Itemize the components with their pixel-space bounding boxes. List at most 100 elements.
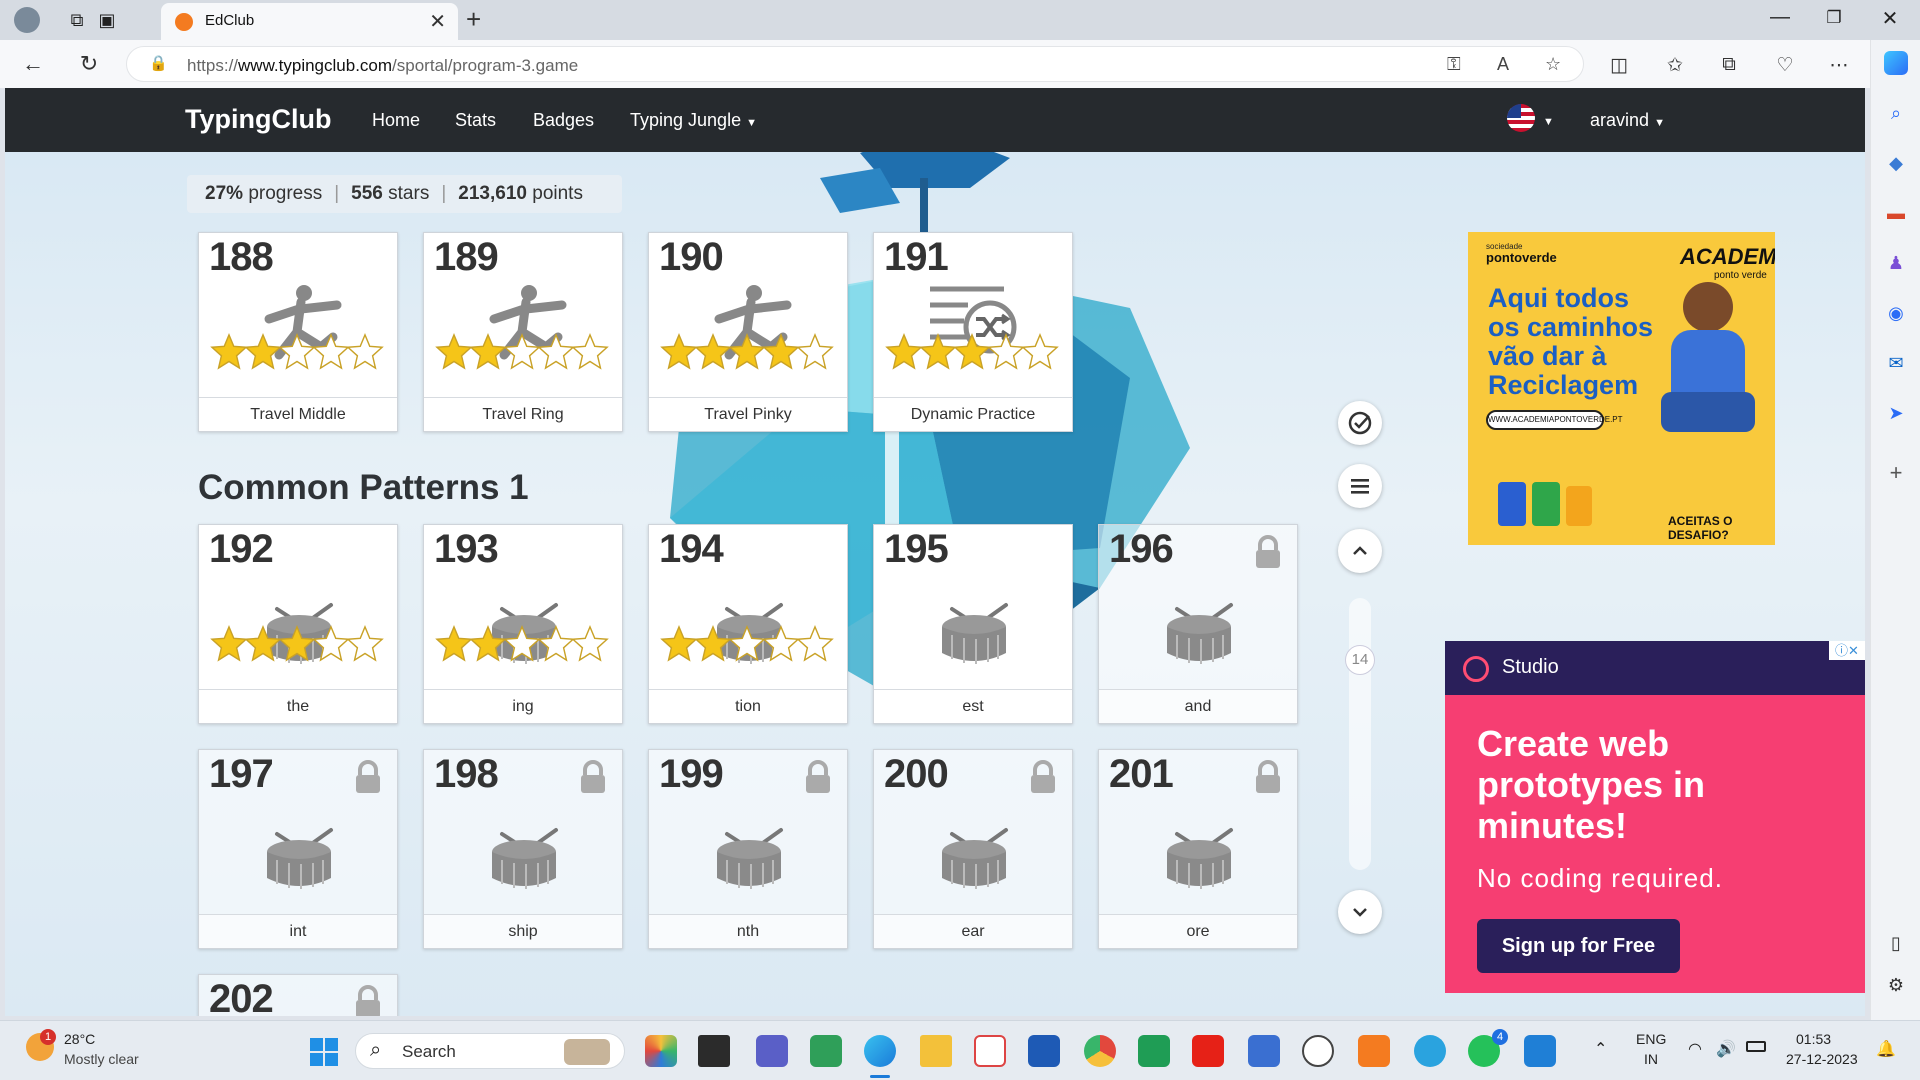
more-options-icon[interactable]: ⋯ (1824, 54, 1854, 77)
maximize-button[interactable]: ❐ (1814, 8, 1854, 28)
telegram-icon[interactable] (1414, 1035, 1446, 1067)
notification-bell-icon[interactable]: 🔔 (1876, 1039, 1896, 1059)
lesson-number: 191 (884, 235, 949, 279)
new-tab-button[interactable]: + (466, 4, 481, 35)
user-menu[interactable]: aravind ▼ (1590, 110, 1665, 131)
copilot-icon[interactable] (1881, 48, 1911, 78)
clock-time[interactable]: 01:53 (1796, 1031, 1831, 1047)
weather-temp[interactable]: 28°C (64, 1031, 95, 1047)
tab-actions-icon[interactable]: ▣ (92, 6, 122, 34)
typingclub-logo[interactable]: TypingClub (185, 104, 331, 135)
nav-home[interactable]: Home (372, 110, 420, 131)
tools-icon[interactable]: ▬ (1881, 198, 1911, 228)
window-close-button[interactable]: ✕ (1870, 6, 1910, 31)
favorite-star-icon[interactable]: ☆ (1545, 54, 1561, 75)
volume-icon[interactable]: 🔊 (1716, 1039, 1736, 1059)
meet-icon[interactable] (810, 1035, 842, 1067)
notepad-icon[interactable] (1248, 1035, 1280, 1067)
academia-ad[interactable]: sociedade pontoverde ACADEMIA ponto verd… (1468, 232, 1775, 545)
ad-cta[interactable]: ACEITAS O DESAFIO? (1668, 514, 1775, 542)
collections-icon[interactable]: ⧉ (1714, 54, 1744, 76)
lesson-card-189[interactable]: 189 Travel Ring (423, 232, 623, 432)
taskbar-search[interactable]: ⌕ Search (355, 1033, 625, 1069)
lesson-card-194[interactable]: 194 tion (648, 524, 848, 724)
games-icon[interactable]: ♟ (1881, 248, 1911, 278)
settings-gear-icon[interactable]: ⚙ (1881, 970, 1911, 1000)
us-flag-language-icon[interactable] (1507, 104, 1535, 132)
file-explorer-icon[interactable] (920, 1035, 952, 1067)
scroll-track[interactable] (1349, 598, 1371, 870)
search-icon[interactable]: ⌕ (1881, 98, 1911, 128)
workspaces-icon[interactable]: ⧉ (62, 6, 92, 34)
chevron-down-icon (1353, 908, 1367, 917)
star-rating (435, 625, 615, 675)
studio-ad[interactable]: Studio ⓘ✕ Create web prototypes in minut… (1445, 641, 1865, 993)
chevron-up-tray-icon[interactable]: ⌃ (1594, 1039, 1607, 1059)
drop-icon[interactable]: ➤ (1881, 398, 1911, 428)
weather-desc[interactable]: Mostly clear (64, 1051, 139, 1067)
lesson-card-191[interactable]: 191 Dynamic Practice (873, 232, 1073, 432)
youtube-icon[interactable] (1192, 1035, 1224, 1067)
language-caret-icon[interactable]: ▼ (1543, 116, 1554, 128)
lesson-number: 188 (209, 235, 274, 279)
outlook-icon[interactable]: ✉ (1881, 348, 1911, 378)
empty-star-icon (1021, 333, 1059, 370)
battery-icon[interactable] (1746, 1041, 1766, 1052)
edclub-app-icon[interactable] (1358, 1035, 1390, 1067)
adchoices-close-icon[interactable]: ⓘ✕ (1829, 641, 1865, 660)
lock-icon (581, 760, 605, 793)
filled-star-icon (694, 625, 732, 662)
browser-essentials-icon[interactable]: ♡ (1770, 54, 1800, 77)
minimize-button[interactable]: — (1760, 6, 1800, 29)
lesson-card-192[interactable]: 192 the (198, 524, 398, 724)
empty-star-icon (278, 333, 316, 370)
add-sidebar-app-icon[interactable]: + (1881, 458, 1911, 488)
menu-button[interactable] (1338, 464, 1382, 508)
scroll-down-button[interactable] (1338, 890, 1382, 934)
shopping-tag-icon[interactable]: ◆ (1881, 148, 1911, 178)
copilot-pre-app-icon[interactable] (645, 1035, 677, 1067)
close-tab-icon[interactable]: ✕ (429, 9, 446, 34)
vscode-icon[interactable] (1524, 1035, 1556, 1067)
url-text[interactable]: https://www.typingclub.com/sportal/progr… (187, 56, 578, 76)
read-aloud-icon[interactable]: A (1497, 54, 1509, 75)
gmail-icon[interactable] (974, 1035, 1006, 1067)
browser-tab[interactable]: EdClub ✕ (161, 3, 458, 40)
blue-bin-icon (1498, 482, 1526, 526)
ad-signup-button[interactable]: Sign up for Free (1477, 919, 1680, 973)
profile-avatar[interactable] (12, 6, 42, 34)
lesson-card-190[interactable]: 190 Travel Pinky (648, 232, 848, 432)
drum-icon (942, 828, 1008, 889)
edge-icon[interactable] (864, 1035, 896, 1067)
lesson-card-193[interactable]: 193 ing (423, 524, 623, 724)
lesson-card-188[interactable]: 188 Travel Middle (198, 232, 398, 432)
address-bar[interactable]: 🔒 https://www.typingclub.com/sportal/pro… (126, 46, 1584, 82)
chatgpt-icon[interactable] (1302, 1035, 1334, 1067)
google-sheets-icon[interactable] (1138, 1035, 1170, 1067)
windows-start-icon[interactable] (310, 1038, 338, 1066)
nav-stats[interactable]: Stats (455, 110, 496, 131)
favorites-icon[interactable]: ✩ (1660, 54, 1690, 77)
nav-typing-jungle[interactable]: Typing Jungle ▼ (630, 110, 757, 131)
refresh-button[interactable]: ↻ (72, 48, 106, 80)
scroll-up-button[interactable] (1338, 529, 1382, 573)
nav-badges[interactable]: Badges (533, 110, 594, 131)
hide-sidebar-icon[interactable]: ▯ (1881, 928, 1911, 958)
check-progress-button[interactable] (1338, 401, 1382, 445)
region-indicator[interactable]: IN (1644, 1051, 1658, 1067)
teams-icon[interactable] (756, 1035, 788, 1067)
lock-icon[interactable]: 🔒 (149, 54, 168, 72)
password-key-icon[interactable]: ⚿ (1447, 54, 1461, 75)
task-view-icon[interactable] (698, 1035, 730, 1067)
lesson-card-195[interactable]: 195 est (873, 524, 1073, 724)
microsoft-store-icon[interactable] (1028, 1035, 1060, 1067)
clock-date[interactable]: 27-12-2023 (1786, 1051, 1858, 1067)
split-screen-icon[interactable]: ◫ (1604, 54, 1634, 77)
wifi-icon[interactable]: ◠ (1688, 1039, 1702, 1059)
back-button[interactable]: ← (16, 48, 50, 80)
scroll-page-indicator[interactable]: 14 (1345, 645, 1375, 675)
filled-star-icon (210, 625, 248, 662)
chrome-icon[interactable] (1084, 1035, 1116, 1067)
microsoft-365-icon[interactable]: ◉ (1881, 298, 1911, 328)
language-indicator[interactable]: ENG (1636, 1031, 1666, 1047)
